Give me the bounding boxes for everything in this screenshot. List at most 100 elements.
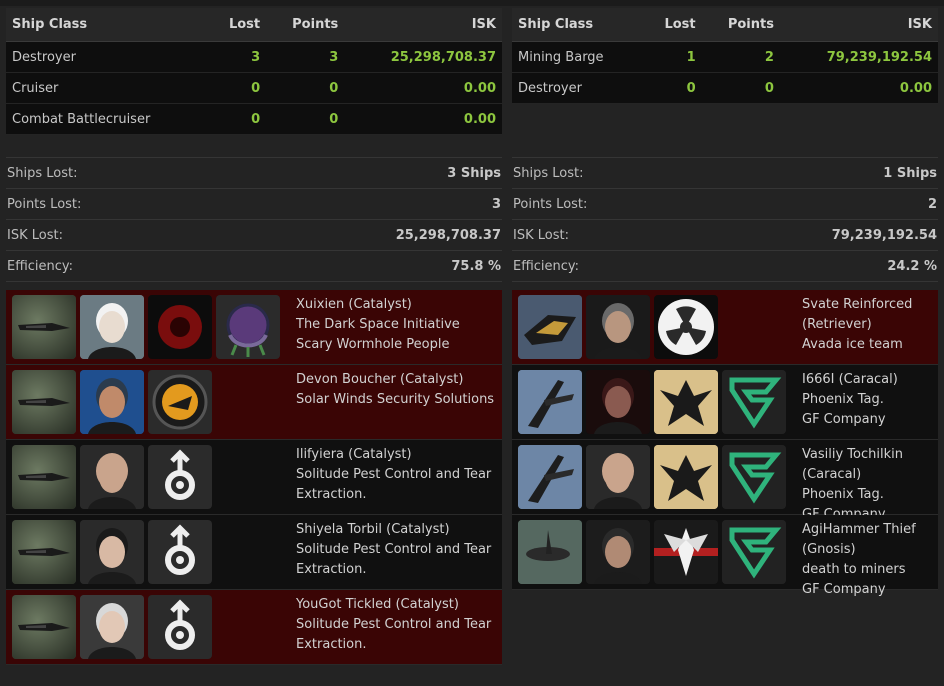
col-header-ship-class: Ship Class bbox=[6, 8, 209, 42]
corp-logo-icon[interactable] bbox=[654, 295, 718, 359]
pilot-portrait[interactable] bbox=[586, 370, 650, 434]
pilot-row[interactable]: I666I (Caracal) Phoenix Tag. GF Company bbox=[512, 365, 938, 440]
points-value: 2 bbox=[701, 41, 780, 73]
pilot-info: Xuixien (Catalyst) The Dark Space Initiat… bbox=[296, 295, 501, 355]
affiliation-link[interactable]: Solitude Pest Control and Tear Extractio… bbox=[296, 540, 501, 580]
affiliation-link[interactable]: GF Company bbox=[802, 410, 937, 430]
pilot-name-link[interactable]: Shiyela Torbil (Catalyst) bbox=[296, 520, 501, 540]
pilot-name-link[interactable]: Xuixien (Catalyst) bbox=[296, 295, 501, 315]
pilot-portrait[interactable] bbox=[80, 445, 144, 509]
ship-icon[interactable] bbox=[12, 595, 76, 659]
affiliation-link[interactable]: The Dark Space Initiative bbox=[296, 315, 501, 335]
ship-icon[interactable] bbox=[518, 445, 582, 509]
corp-logo-icon[interactable] bbox=[654, 370, 718, 434]
pilot-info: I666I (Caracal) Phoenix Tag. GF Company bbox=[802, 370, 937, 430]
lost-value: 3 bbox=[208, 41, 267, 73]
table-row: Combat Battlecruiser 0 0 0.00 bbox=[6, 103, 502, 135]
pilot-row[interactable]: YouGot Tickled (Catalyst) Solitude Pest C… bbox=[6, 590, 502, 665]
stat-label: ISK Lost: bbox=[513, 227, 569, 243]
alliance-logo-icon[interactable] bbox=[722, 520, 786, 584]
corp-logo-icon[interactable] bbox=[148, 295, 212, 359]
stat-efficiency: Efficiency: 24.2 % bbox=[512, 250, 938, 281]
affiliation-link[interactable]: GF Company bbox=[802, 580, 937, 600]
stat-value: 2 bbox=[927, 196, 937, 212]
affiliation-link[interactable]: Solar Winds Security Solutions bbox=[296, 390, 501, 410]
pilot-portrait[interactable] bbox=[586, 520, 650, 584]
col-header-isk: ISK bbox=[779, 8, 938, 42]
pilot-info: Devon Boucher (Catalyst) Solar Winds Secu… bbox=[296, 370, 501, 410]
corp-logo-icon[interactable] bbox=[148, 520, 212, 584]
stat-isk-lost: ISK Lost: 25,298,708.37 bbox=[6, 219, 502, 250]
points-value: 3 bbox=[266, 41, 345, 73]
pilot-row[interactable]: Svate Reinforced (Retriever) Avada ice te… bbox=[512, 290, 938, 365]
lost-value: 1 bbox=[643, 41, 702, 73]
ship-icon[interactable] bbox=[12, 520, 76, 584]
ship-class-link[interactable]: Mining Barge bbox=[512, 41, 644, 73]
alliance-logo-icon[interactable] bbox=[722, 445, 786, 509]
pilot-name-link[interactable]: YouGot Tickled (Catalyst) bbox=[296, 595, 501, 615]
divider bbox=[512, 281, 938, 282]
pilot-row[interactable]: Vasiliy Tochilkin (Caracal)Phoenix Tag.G… bbox=[512, 440, 938, 522]
pilot-name-link[interactable]: I666I (Caracal) bbox=[802, 370, 937, 390]
table-row: Destroyer 0 0 0.00 bbox=[512, 72, 938, 104]
pilot-row[interactable]: Shiyela Torbil (Catalyst) Solitude Pest C… bbox=[6, 515, 502, 590]
pilot-info: Ilifyiera (Catalyst) Solitude Pest Contro… bbox=[296, 445, 501, 505]
ship-icon[interactable] bbox=[12, 370, 76, 434]
left-stats: Ships Lost: 3 Ships Points Lost: 3 ISK Los… bbox=[6, 157, 502, 282]
ship-class-link[interactable]: Cruiser bbox=[6, 72, 209, 104]
pilot-name-link[interactable]: Devon Boucher (Catalyst) bbox=[296, 370, 501, 390]
ship-icon[interactable] bbox=[518, 295, 582, 359]
pilot-row[interactable]: Devon Boucher (Catalyst) Solar Winds Secu… bbox=[6, 365, 502, 440]
corp-logo-icon[interactable] bbox=[654, 520, 718, 584]
col-header-ship-class: Ship Class bbox=[512, 8, 644, 42]
col-header-lost: Lost bbox=[643, 8, 702, 42]
pilot-row[interactable]: Xuixien (Catalyst) The Dark Space Initiat… bbox=[6, 290, 502, 365]
ship-icon[interactable] bbox=[12, 445, 76, 509]
stat-label: Ships Lost: bbox=[7, 165, 78, 181]
col-header-isk: ISK bbox=[344, 8, 502, 42]
pilot-name-link[interactable]: AgiHammer Thief (Gnosis) bbox=[802, 520, 937, 560]
affiliation-link[interactable]: Phoenix Tag. bbox=[802, 390, 937, 410]
alliance-logo-icon[interactable] bbox=[216, 295, 280, 359]
lost-value: 0 bbox=[643, 72, 702, 104]
pilot-portrait[interactable] bbox=[80, 370, 144, 434]
pilot-row[interactable]: AgiHammer Thief (Gnosis) death to miners G… bbox=[512, 515, 938, 597]
pilot-portrait[interactable] bbox=[586, 295, 650, 359]
stat-value: 79,239,192.54 bbox=[831, 227, 937, 243]
ship-class-link[interactable]: Destroyer bbox=[512, 72, 644, 104]
stat-value: 75.8 % bbox=[451, 258, 501, 274]
pilot-info: YouGot Tickled (Catalyst) Solitude Pest C… bbox=[296, 595, 501, 655]
affiliation-link[interactable]: Avada ice team bbox=[802, 335, 937, 355]
alliance-logo-icon[interactable] bbox=[722, 370, 786, 434]
pilot-portrait[interactable] bbox=[80, 520, 144, 584]
pilot-row[interactable]: Ilifyiera (Catalyst) Solitude Pest Contro… bbox=[6, 440, 502, 515]
corp-logo-icon[interactable] bbox=[148, 445, 212, 509]
affiliation-link[interactable]: death to miners bbox=[802, 560, 937, 580]
col-header-lost: Lost bbox=[208, 8, 267, 42]
isk-value: 0.00 bbox=[779, 72, 938, 104]
isk-value: 0.00 bbox=[344, 72, 502, 104]
stat-ships-lost: Ships Lost: 3 Ships bbox=[6, 157, 502, 188]
pilot-name-link[interactable]: Ilifyiera (Catalyst) bbox=[296, 445, 501, 465]
pilot-name-link[interactable]: Vasiliy Tochilkin (Caracal) bbox=[802, 445, 937, 485]
ship-icon[interactable] bbox=[518, 370, 582, 434]
pilot-name-link[interactable]: Svate Reinforced (Retriever) bbox=[802, 295, 937, 335]
affiliation-link[interactable]: Solitude Pest Control and Tear Extractio… bbox=[296, 465, 501, 505]
pilot-portrait[interactable] bbox=[80, 595, 144, 659]
left-ship-table-wrap: Ship Class Lost Points ISK Destroyer 3 3… bbox=[6, 8, 502, 135]
col-header-points: Points bbox=[266, 8, 345, 42]
ship-icon[interactable] bbox=[518, 520, 582, 584]
corp-logo-icon[interactable] bbox=[654, 445, 718, 509]
affiliation-link[interactable]: Solitude Pest Control and Tear Extractio… bbox=[296, 615, 501, 655]
pilot-portrait[interactable] bbox=[586, 445, 650, 509]
ship-class-link[interactable]: Destroyer bbox=[6, 41, 209, 73]
ship-class-link[interactable]: Combat Battlecruiser bbox=[6, 103, 209, 135]
affiliation-link[interactable]: Scary Wormhole People bbox=[296, 335, 501, 355]
corp-logo-icon[interactable] bbox=[148, 595, 212, 659]
affiliation-link[interactable]: Phoenix Tag. bbox=[802, 485, 937, 505]
corp-logo-icon[interactable] bbox=[148, 370, 212, 434]
ship-icon[interactable] bbox=[12, 295, 76, 359]
pilot-portrait[interactable] bbox=[80, 295, 144, 359]
stat-value: 25,298,708.37 bbox=[395, 227, 501, 243]
table-row: Mining Barge 1 2 79,239,192.54 bbox=[512, 41, 938, 73]
